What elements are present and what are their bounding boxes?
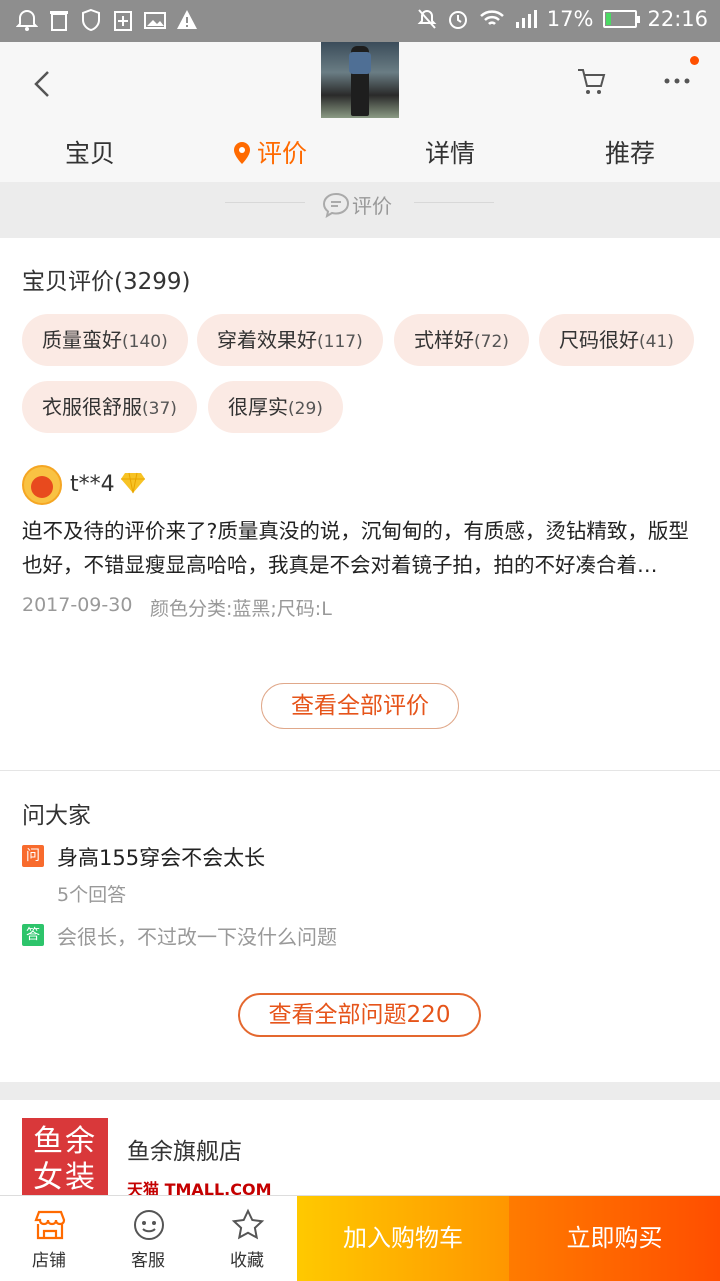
status-bar: 17% 22:16 — [0, 0, 720, 42]
qa-title: 问大家 — [22, 803, 91, 829]
review-tag[interactable]: 穿着效果好(117) — [197, 314, 383, 366]
store-label: 店铺 — [32, 1251, 66, 1271]
star-icon — [231, 1208, 265, 1240]
service-label: 客服 — [131, 1251, 165, 1271]
reviewer-avatar — [22, 465, 62, 505]
image-icon — [144, 12, 166, 29]
section-gap — [0, 1082, 720, 1100]
divider-line-left — [225, 202, 305, 203]
view-all-reviews-button[interactable]: 查看全部评价 — [261, 683, 459, 729]
reviews-title: 宝贝评价(3299) — [22, 269, 191, 295]
nav-header: 宝贝 评价 详情 推荐 — [0, 42, 720, 182]
notification-dot — [690, 56, 699, 65]
service-button[interactable]: 客服 — [99, 1196, 197, 1281]
battery-percent: 17% — [546, 7, 594, 31]
answer-count: 5个回答 — [57, 884, 127, 906]
status-right: 17% 22:16 — [417, 7, 708, 31]
add-to-cart-button[interactable]: 加入购物车 — [297, 1196, 509, 1281]
bottom-bar: 店铺 客服 收藏 加入购物车 立即购买 — [0, 1195, 720, 1281]
shield-icon — [82, 8, 100, 32]
reviewer-name: t**4 — [70, 472, 115, 497]
favorite-label: 收藏 — [230, 1251, 264, 1271]
tab-reviews-label: 评价 — [256, 139, 307, 168]
warning-icon — [177, 10, 197, 29]
cart-icon[interactable] — [575, 64, 609, 98]
view-all-questions-button[interactable]: 查看全部问题220 — [238, 993, 481, 1037]
battery-icon — [603, 10, 641, 28]
buy-now-button[interactable]: 立即购买 — [509, 1196, 720, 1281]
trash-icon — [50, 11, 68, 31]
section-divider: 评价 — [0, 182, 720, 238]
question-text[interactable]: 身高155穿会不会太长 — [57, 842, 265, 872]
back-icon[interactable] — [24, 64, 64, 104]
store-icon — [34, 1210, 66, 1240]
more-icon[interactable] — [660, 64, 694, 98]
answer-text: 会很长，不过改一下没什么问题 — [57, 925, 337, 949]
signal-icon — [515, 10, 537, 28]
wifi-icon — [479, 10, 504, 25]
review-sku: 颜色分类:蓝黑;尺码:L — [150, 598, 332, 620]
review-tag[interactable]: 式样好(72) — [394, 314, 529, 366]
product-thumbnail[interactable] — [321, 42, 399, 118]
answer-badge: 答 — [22, 924, 44, 946]
comment-icon — [322, 192, 350, 218]
notification-icons — [16, 8, 198, 32]
review-text: 迫不及待的评价来了?质量真没的说，沉甸甸的，有质感，烫钻精致，版型也好，不错显瘦… — [22, 519, 689, 577]
tab-details[interactable]: 详情 — [390, 134, 510, 170]
tab-reviews[interactable]: 评价 — [210, 134, 330, 170]
store-logo[interactable]: 鱼余 女装 — [22, 1118, 108, 1204]
favorite-button[interactable]: 收藏 — [198, 1196, 296, 1281]
review-tag[interactable]: 尺码很好(41) — [539, 314, 694, 366]
alarm-clock-icon — [448, 11, 467, 29]
store-button[interactable]: 店铺 — [0, 1196, 98, 1281]
divider-line-right — [414, 202, 494, 203]
tab-recommend[interactable]: 推荐 — [570, 134, 690, 170]
review-date: 2017-09-30 — [22, 594, 133, 616]
alarm-notification-icon — [16, 9, 38, 31]
clock: 22:16 — [647, 7, 708, 31]
location-pin-icon — [233, 142, 250, 164]
customer-service-icon — [134, 1210, 164, 1240]
review-tag[interactable]: 质量蛮好(140) — [22, 314, 188, 366]
store-name[interactable]: 鱼余旗舰店 — [127, 1132, 242, 1166]
divider — [0, 770, 720, 771]
diamond-icon — [121, 472, 145, 494]
review-tag[interactable]: 很厚实(29) — [208, 381, 343, 433]
section-label: 评价 — [322, 190, 392, 219]
plus-box-icon — [114, 11, 132, 31]
tab-item[interactable]: 宝贝 — [30, 134, 150, 170]
review-tag[interactable]: 衣服很舒服(37) — [22, 381, 197, 433]
mute-icon — [417, 9, 437, 29]
question-badge: 问 — [22, 845, 44, 867]
section-label-text: 评价 — [352, 194, 392, 218]
